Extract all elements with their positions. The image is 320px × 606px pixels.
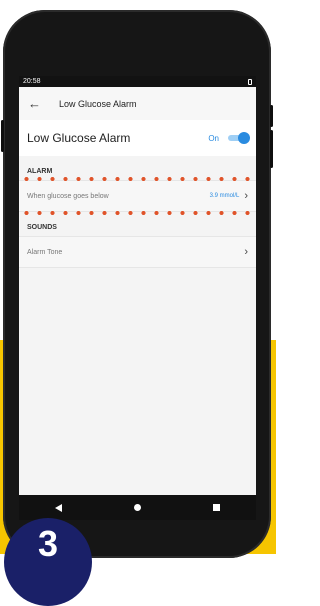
nav-home-icon[interactable] — [134, 504, 141, 511]
step-number-badge: 3 — [4, 518, 92, 606]
status-bar: 20:58 — [19, 76, 256, 87]
alarm-tone-row[interactable]: Alarm Tone › — [19, 236, 256, 268]
toggle-switch[interactable] — [228, 132, 250, 144]
alarm-toggle-row[interactable]: Low Glucose Alarm On — [19, 120, 256, 156]
threshold-value: 3.9 mmol/L — [209, 193, 240, 199]
alarm-toggle-label: Low Glucose Alarm — [27, 131, 131, 145]
chevron-right-icon: › — [244, 189, 248, 202]
threshold-row[interactable]: When glucose goes below 3.9 mmol/L › — [19, 180, 256, 212]
alarm-threshold-wrapper: When glucose goes below 3.9 mmol/L › — [19, 177, 256, 215]
chevron-right-icon: › — [244, 245, 248, 258]
app-bar: ← Low Glucose Alarm — [19, 87, 256, 120]
arrow-left-icon[interactable]: ← — [28, 97, 41, 110]
phone-side-button-left — [1, 120, 4, 152]
status-time: 20:58 — [23, 78, 41, 85]
threshold-right: 3.9 mmol/L › — [209, 189, 248, 202]
threshold-label: When glucose goes below — [27, 192, 109, 200]
nav-back-icon[interactable] — [55, 503, 62, 512]
battery-icon — [248, 78, 252, 85]
toggle-knob — [238, 132, 250, 144]
section-header-sounds: SOUNDS — [27, 224, 57, 231]
app-bar-title: Low Glucose Alarm — [59, 98, 137, 109]
android-nav-bar — [19, 495, 256, 520]
nav-recents-icon[interactable] — [213, 504, 220, 511]
phone-side-button-right-upper — [270, 105, 273, 127]
app-screen: 20:58 ← Low Glucose Alarm Low Glucose Al… — [19, 76, 256, 520]
highlight-dots-top — [20, 177, 255, 181]
toggle-state-text: On — [208, 133, 219, 143]
phone-side-button-right-lower — [270, 130, 273, 168]
alarm-tone-label: Alarm Tone — [27, 248, 63, 256]
highlight-dots-bottom — [20, 211, 255, 215]
alarm-toggle-control: On — [208, 132, 250, 144]
